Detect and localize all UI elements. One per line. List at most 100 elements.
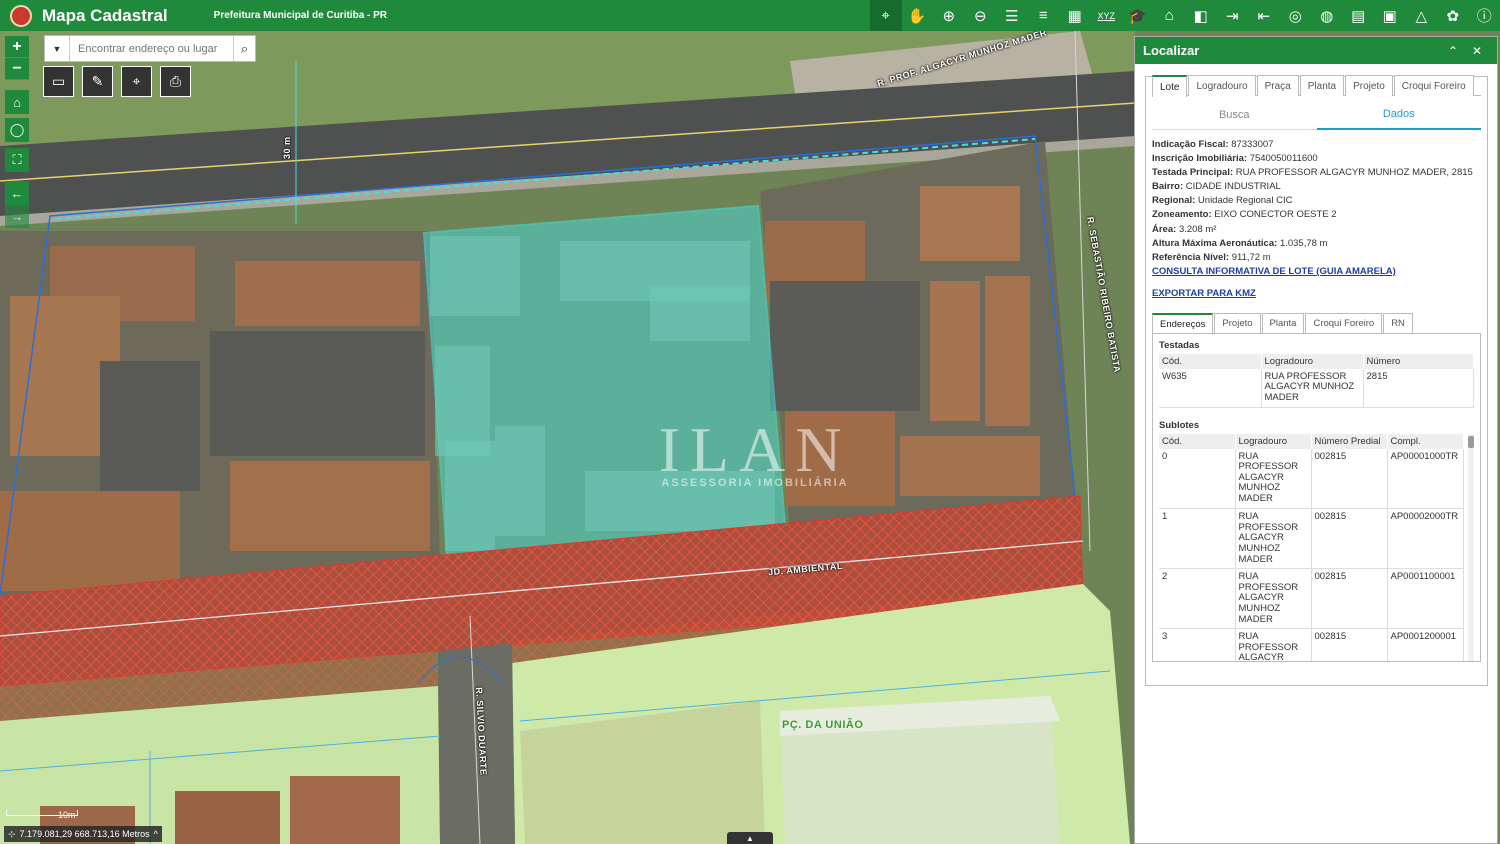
dimension-label: 30 m — [282, 136, 292, 159]
main-tabs: Lote Logradouro Praça Planta Projeto Cro… — [1152, 75, 1481, 97]
tab-projeto[interactable]: Projeto — [1345, 75, 1393, 96]
table-cell: 002815 — [1311, 508, 1388, 570]
info-icon[interactable]: ⓘ — [1469, 0, 1500, 31]
panel-title: Localizar — [1143, 43, 1200, 58]
table-cell: RUA PROFESSOR ALGACYR MUNHOZ MADER — [1235, 508, 1312, 570]
target-icon[interactable]: ◎ — [1280, 0, 1312, 31]
app-subtitle: Prefeitura Municipal de Curitiba - PR — [213, 10, 388, 21]
table-row: W635 RUA PROFESSOR ALGACYR MUNHOZ MADER … — [1159, 368, 1474, 408]
field-indicacao-fiscal: Indicação Fiscal: 87333007 — [1152, 139, 1274, 150]
layers-icon[interactable]: ☰ — [996, 0, 1028, 31]
zoom-in-button[interactable]: + — [5, 36, 29, 58]
locate-icon[interactable]: ◯ — [5, 118, 29, 142]
print-icon[interactable]: ⎙ — [160, 66, 191, 97]
panel-header: Localizar ⌃ ✕ — [1135, 37, 1497, 64]
basemap-icon[interactable]: ▭ — [43, 66, 74, 97]
inner-tab-planta[interactable]: Planta — [1261, 312, 1305, 334]
education-icon[interactable]: 🎓 — [1122, 0, 1154, 31]
table-header: Cód. — [1159, 433, 1236, 449]
tab-planta[interactable]: Planta — [1299, 75, 1345, 96]
search-input[interactable] — [70, 36, 233, 61]
subtab-dados[interactable]: Dados — [1316, 100, 1481, 130]
close-icon[interactable]: ✕ — [1465, 44, 1489, 58]
building-icon[interactable]: ⌂ — [1154, 0, 1186, 31]
chevron-up-icon[interactable]: ^ — [154, 829, 158, 839]
inner-tab-projeto[interactable]: Projeto — [1214, 312, 1261, 334]
compare-icon[interactable]: ◧ — [1185, 0, 1217, 31]
select-icon[interactable]: ⌖ — [121, 66, 152, 97]
table-row: 2 RUA PROFESSOR ALGACYR MUNHOZ MADER 002… — [1159, 568, 1464, 630]
table-cell: 2 — [1159, 568, 1236, 630]
ruler-icon[interactable]: ✎ — [82, 66, 113, 97]
inner-tab-enderecos[interactable]: Endereços — [1152, 312, 1214, 335]
field-referencia-nivel: Referência Nível: 911,72 m — [1152, 251, 1271, 263]
subtab-busca[interactable]: Busca — [1152, 100, 1317, 130]
list-icon[interactable]: ≡ — [1028, 0, 1060, 31]
xyz-icon[interactable]: XYZ — [1091, 0, 1123, 31]
testadas-title: Testadas — [1159, 339, 1200, 351]
watermark-big: ILAN — [658, 414, 852, 485]
tab-croqui-foreiro[interactable]: Croqui Foreiro — [1393, 75, 1474, 96]
sublotes-table: Cód. Logradouro Número Predial Compl. 0 … — [1159, 433, 1464, 661]
exportar-kmz-link[interactable]: EXPORTAR PARA KMZ — [1152, 287, 1481, 301]
app: Mapa Cadastral Prefeitura Municipal de C… — [0, 0, 1500, 844]
field-zoneamento: Zoneamento: EIXO CONECTOR OESTE 2 — [1152, 209, 1337, 221]
search-dropdown-icon[interactable]: ▼ — [45, 36, 70, 61]
identify-icon[interactable]: ⌖ — [870, 0, 902, 31]
forward-extent-icon[interactable]: → — [5, 204, 29, 228]
search-icon[interactable]: ⌕ — [233, 36, 255, 61]
inner-tab-rn[interactable]: RN — [1383, 312, 1413, 334]
tab-praca[interactable]: Praça — [1256, 75, 1299, 96]
field-altura-maxima: Altura Máxima Aeronáutica: 1.035,78 m — [1152, 237, 1328, 249]
sublotes-scroll-area[interactable]: Cód. Logradouro Número Predial Compl. 0 … — [1159, 433, 1474, 661]
field-area: Área: 3.208 m² — [1152, 223, 1217, 235]
settings-icon[interactable]: ✿ — [1437, 0, 1469, 31]
globe-icon[interactable]: ◍ — [1311, 0, 1343, 31]
zoom-in-icon[interactable]: ⊕ — [933, 0, 965, 31]
table-cell: 002815 — [1311, 568, 1388, 630]
tab-lote[interactable]: Lote — [1152, 75, 1188, 97]
tab-logradouro[interactable]: Logradouro — [1188, 75, 1256, 96]
search-box: ▼ ⌕ — [44, 35, 256, 62]
back-extent-icon[interactable]: ← — [5, 181, 29, 205]
collapse-tab[interactable]: ▲ — [727, 832, 773, 844]
coordinates-text: 7.179.081,29 668.713,16 Metros — [19, 829, 150, 839]
panel-body: Lote Logradouro Praça Planta Projeto Cro… — [1145, 75, 1488, 686]
table-cell: AP00001000TR — [1387, 448, 1464, 510]
overlay-icon[interactable]: ▣ — [1374, 0, 1406, 31]
scrollbar[interactable] — [1468, 433, 1474, 661]
measure-area-icon[interactable]: △ — [1406, 0, 1438, 31]
top-bar: Mapa Cadastral Prefeitura Municipal de C… — [0, 0, 1500, 31]
lot-fields: Indicação Fiscal: 87333007 Inscrição Imo… — [1152, 138, 1481, 301]
pan-icon[interactable]: ✋ — [902, 0, 934, 31]
zoom-out-icon[interactable]: ⊖ — [965, 0, 997, 31]
table-cell: W635 — [1159, 368, 1262, 408]
scrollbar-thumb[interactable] — [1468, 435, 1474, 448]
map-tool-icon[interactable]: ▤ — [1343, 0, 1375, 31]
table-header: Número — [1363, 353, 1474, 369]
watermark-small: ASSESSORIA IMOBILIÁRIA — [661, 477, 849, 489]
subtabs: Busca Dados — [1152, 100, 1481, 130]
field-inscricao-imobiliaria: Inscrição Imobiliária: 7540050011600 — [1152, 153, 1318, 165]
table-cell: 002815 — [1311, 448, 1388, 510]
login-icon[interactable]: ⇥ — [1217, 0, 1249, 31]
coordinates-display: ⊹ 7.179.081,29 668.713,16 Metros ^ — [4, 826, 162, 842]
xyz-label: XYZ — [1097, 10, 1115, 21]
table-cell: AP0001200001 — [1387, 628, 1464, 661]
main-toolbar: ⌖ ✋ ⊕ ⊖ ☰ ≡ ▦ XYZ 🎓 ⌂ ◧ ⇥ ⇤ ◎ ◍ ▤ ▣ △ ✿ … — [870, 0, 1500, 31]
grid-icon[interactable]: ▦ — [1059, 0, 1091, 31]
inner-tabs: Endereços Projeto Planta Croqui Foreiro … — [1152, 312, 1481, 335]
city-logo-icon — [10, 4, 32, 27]
table-cell: RUA PROFESSOR ALGACYR MUNHOZ MADER — [1235, 568, 1312, 630]
home-icon[interactable]: ⌂ — [5, 90, 29, 114]
table-cell: 002815 — [1311, 628, 1388, 661]
collapse-icon[interactable]: ⌃ — [1441, 44, 1465, 58]
map-tools: ▭ ✎ ⌖ ⎙ — [43, 66, 191, 97]
table-cell: RUA PROFESSOR ALGACYR — [1235, 628, 1312, 661]
logout-icon[interactable]: ⇤ — [1248, 0, 1280, 31]
consulta-informativa-link[interactable]: CONSULTA INFORMATIVA DE LOTE (GUIA AMARE… — [1152, 265, 1481, 279]
zoom-out-button[interactable]: − — [5, 58, 29, 80]
inner-tab-croqui-foreiro[interactable]: Croqui Foreiro — [1305, 312, 1383, 334]
fullscreen-icon[interactable]: ⛶ — [5, 148, 29, 172]
table-header: Número Predial — [1311, 433, 1388, 449]
